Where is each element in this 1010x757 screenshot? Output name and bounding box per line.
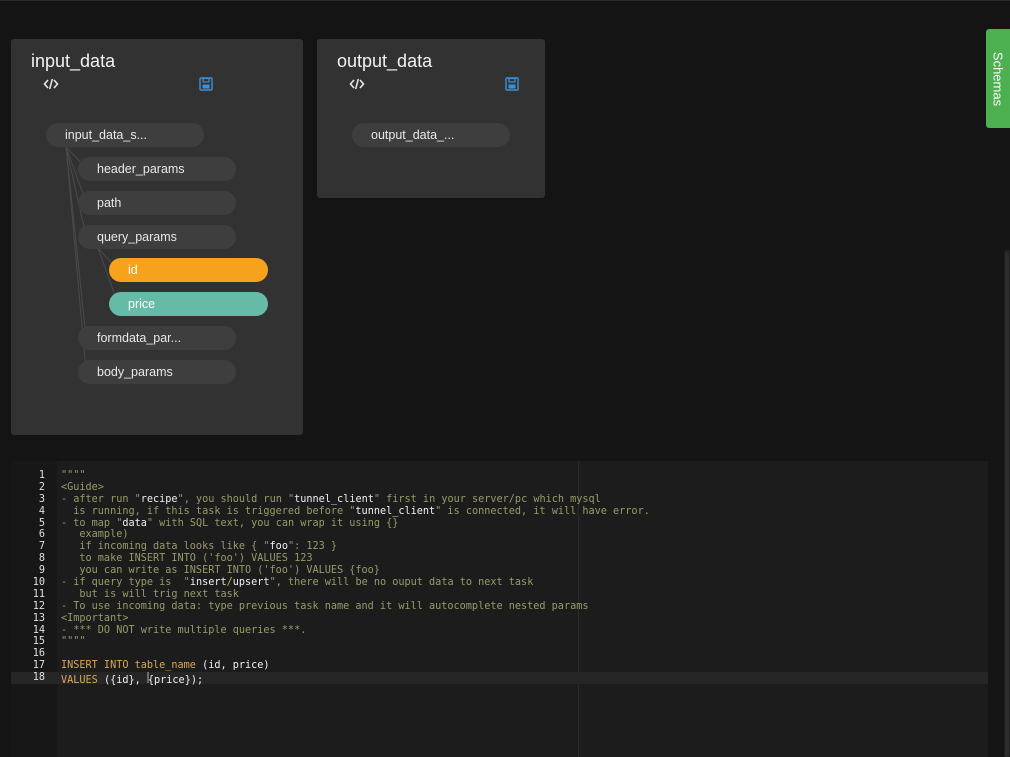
line-text: to make INSERT INTO ('foo') VALUES 123 [61,553,313,565]
tree-node-price[interactable]: price [109,292,268,316]
line-number: 9 [38,565,45,577]
code-line[interactable]: 6 example) [11,529,988,541]
tree-node-header-params[interactable]: header_params [78,157,236,181]
line-text: you can write as INSERT INTO ('foo') VAL… [61,565,380,577]
code-line[interactable]: 12 - To use incoming data: type previous … [11,601,988,613]
tree-node-root[interactable]: output_data_... [352,123,510,147]
line-text: - if query type is "insert/upsert", ther… [61,577,534,589]
line-number: 2 [38,481,45,493]
code-line[interactable]: 14 - *** DO NOT write multiple queries **… [11,625,988,637]
panel-title: output_data [337,51,433,71]
line-number: 5 [38,517,45,529]
line-number: 6 [38,529,45,541]
code-line[interactable]: 16 [11,648,988,660]
code-line[interactable]: 1 """" [11,470,988,482]
code-lines: 1 """" 2 <Guide> 3 - after run "recipe", you … [11,470,988,687]
tree-node-root[interactable]: input_data_s... [46,123,204,147]
code-line[interactable]: 2 <Guide> [11,482,988,494]
code-line[interactable]: 11 but is will trig next task [11,589,988,601]
code-line[interactable]: 4 is running, if this task is triggered … [11,506,988,518]
code-line[interactable]: 15 """" [11,636,988,648]
line-text: VALUES ({id}, {price}); [61,672,203,687]
line-number: 7 [38,541,45,553]
code-line[interactable]: 8 to make INSERT INTO ('foo') VALUES 123 [11,553,988,565]
line-text: <Guide> [61,481,104,493]
line-number: 8 [38,553,45,565]
code-line[interactable]: 13 <Important> [11,613,988,625]
tree-node-query-params[interactable]: query_params [78,225,236,249]
top-divider [0,0,1010,1]
input-data-panel: input_data input_data_s... header_params… [11,39,303,435]
scrollbar-thumb[interactable] [1005,252,1009,757]
tree-node-path[interactable]: path [78,191,236,215]
code-line[interactable]: 5 - to map "data" with SQL text, you can … [11,518,988,530]
line-number: 3 [38,493,45,505]
tree-node-formdata-params[interactable]: formdata_par... [78,326,236,350]
code-line[interactable]: 3 - after run "recipe", you should run "t… [11,494,988,506]
line-number: 12 [32,600,45,612]
schemas-tab-label: Schemas [990,51,1006,106]
schemas-tab[interactable]: Schemas [986,29,1010,128]
line-text: """" [61,470,86,481]
line-text: - *** DO NOT write multiple queries ***. [61,624,307,636]
save-icon[interactable] [198,76,214,92]
line-number: 11 [32,588,45,600]
line-number: 14 [32,624,45,636]
line-text: - after run "recipe", you should run "tu… [61,493,601,505]
tree-node-body-params[interactable]: body_params [78,360,236,384]
line-number: 17 [32,660,45,672]
line-text: INSERT INTO table_name (id, price) [61,660,270,672]
line-text: - To use incoming data: type previous ta… [61,600,589,612]
code-line[interactable]: 10 - if query type is "insert/upsert", th… [11,577,988,589]
line-number: 10 [32,577,45,589]
line-text: example) [61,529,129,541]
line-number: 1 [38,470,45,481]
line-text: """" [61,636,86,648]
code-editor[interactable]: 1 """" 2 <Guide> 3 - after run "recipe", you … [11,461,988,757]
code-line[interactable]: 7 if incoming data looks like { "foo": 1… [11,541,988,553]
line-number: 4 [38,505,45,517]
code-line[interactable]: 18 VALUES ({id}, {price}); [11,672,988,687]
code-icon[interactable] [349,76,365,92]
line-text: but is will trig next task [61,588,239,600]
panel-title: input_data [31,51,116,71]
line-number: 16 [32,648,45,660]
code-line[interactable]: 9 you can write as INSERT INTO ('foo') V… [11,565,988,577]
line-text: - to map "data" with SQL text, you can w… [61,517,399,529]
output-data-panel: output_data output_data_... [317,39,545,198]
line-number: 18 [32,672,45,684]
line-number: 15 [32,636,45,648]
line-text: is running, if this task is triggered be… [61,505,650,517]
line-text: <Important> [61,612,129,624]
code-icon[interactable] [43,76,59,92]
code-line[interactable]: 17 INSERT INTO table_name (id, price) [11,660,988,672]
save-icon[interactable] [504,76,520,92]
line-text: if incoming data looks like { "foo": 123… [61,541,338,553]
tree-node-id[interactable]: id [109,258,268,282]
line-number: 13 [32,612,45,624]
